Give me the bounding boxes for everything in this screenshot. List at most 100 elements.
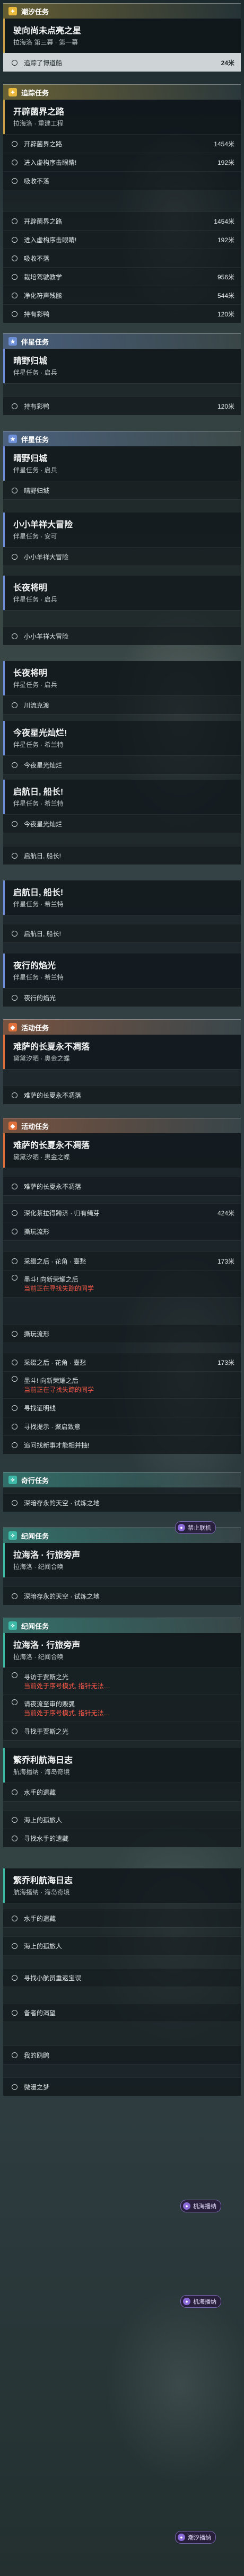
quest-title-card[interactable]: 晴野归城 伴星任务 · 启兵 <box>3 446 241 481</box>
objective-row[interactable]: 夜行的焰光 <box>3 988 241 1007</box>
objective-row[interactable]: 撕玩流形 <box>3 1222 241 1240</box>
objective-row[interactable]: 进入虚构序击眼睛! 192米 <box>3 230 241 249</box>
objective-row[interactable]: 进入虚构序击眼睛! 192米 <box>3 153 241 171</box>
objective-row[interactable]: 川流克渡 <box>3 695 241 714</box>
tide-chip[interactable]: ● 潮汐播纳 <box>175 2531 216 2544</box>
objective-circle-icon <box>12 1699 18 1705</box>
objective-row[interactable]: 持有彩鸭 120米 <box>3 304 241 323</box>
quest-title-card[interactable]: 夜行的焰光 伴星任务 · 希兰特 <box>3 954 241 988</box>
voyage-chip[interactable]: ● 机海播纳 <box>180 2295 221 2308</box>
objective-circle-icon <box>12 159 18 165</box>
objective-circle-icon <box>12 702 18 708</box>
section-header-event[interactable]: ◆ 活动任务 <box>3 1019 241 1035</box>
objective-row[interactable]: 寻找提示 · 聚启致意 <box>3 1417 241 1435</box>
quest-title-card[interactable]: 长夜将明 伴星任务 · 启兵 <box>3 576 241 610</box>
objective-circle-icon <box>12 218 18 224</box>
objective-row[interactable]: 难萨的长夏永不凋落 <box>3 1086 241 1104</box>
objective-row[interactable]: 追问找新事才能相并抽! <box>3 1435 241 1454</box>
objective-row[interactable]: 小小羊祥大冒险 <box>3 627 241 645</box>
objective-circle-icon <box>12 1092 18 1098</box>
section-header-companion[interactable]: ★ 伴星任务 <box>3 431 241 446</box>
objective-row-warning[interactable]: 请夜流至审的贩弧 当前处于序号模式, 指针无法… <box>3 1695 241 1722</box>
objective-row[interactable]: 我的鸥鸥 <box>3 2045 241 2064</box>
quest-title-card[interactable]: 难萨的长夏永不凋落 黛黛汐晒 · 奥金之蝶 <box>3 1035 241 1069</box>
section-header-discipline[interactable]: ✧ 纪闻任务 <box>3 1618 241 1633</box>
discipline-icon: ✧ <box>8 1531 17 1540</box>
quest-title-card[interactable]: 繁乔利航海日志 航海播纳 · 海岛奇境 <box>3 1868 241 1903</box>
objective-row[interactable]: 小小羊祥大冒险 <box>3 547 241 566</box>
objective-row[interactable]: 开辟菌界之路 1454米 <box>3 134 241 153</box>
objective-circle-icon <box>12 1915 18 1921</box>
objective-row-warning[interactable]: 墨斗! 向新荣耀之后 当前正在寻找失踪的同学 <box>3 1270 241 1297</box>
section-header-event[interactable]: ◆ 活动任务 <box>3 1118 241 1133</box>
quest-title-card[interactable]: 启航日, 船长! 伴星任务 · 希兰特 <box>3 880 241 915</box>
quest-title-card[interactable]: 开辟菌界之路 拉海洛 · 重建工程 <box>3 100 241 134</box>
objective-row[interactable]: 深暗存永的天空 · 试炼之地 <box>3 1493 241 1512</box>
objective-row[interactable]: 水手的遗藏 <box>3 1783 241 1801</box>
objective-circle-icon <box>12 403 18 409</box>
voyage-chip[interactable]: ● 机海播纳 <box>180 2200 221 2212</box>
objective-row[interactable]: 寻找小航员重返宝误 <box>3 1968 241 1987</box>
objective-row[interactable]: 水手的遗藏 <box>3 1909 241 1927</box>
objective-row[interactable]: 深化茶拉得跨济 · 归有绳芽 424米 <box>3 1203 241 1222</box>
objective-circle-icon <box>12 1210 18 1216</box>
objective-row[interactable]: 晴野归城 <box>3 481 241 499</box>
objective-row[interactable]: 吸收不落 <box>3 171 241 190</box>
quest-title-card[interactable]: 难萨的长夏永不凋落 黛黛汐晒 · 奥金之蝶 <box>3 1133 241 1168</box>
quest-title-card[interactable]: 小小羊祥大冒险 伴星任务 · 安可 <box>3 513 241 547</box>
objective-row[interactable]: 采缀之后 · 花角 · 臺愁 173米 <box>3 1251 241 1270</box>
objective-circle-icon <box>12 1835 18 1841</box>
objective-row[interactable]: 开辟菌界之路 1454米 <box>3 211 241 230</box>
objective-row[interactable]: 今夜星光灿烂 <box>3 814 241 833</box>
quest-title-card[interactable]: 拉海洛 · 行旅旁声 拉海洛 · 纪闻合唤 <box>3 1633 241 1668</box>
objective-circle-icon <box>12 1183 18 1189</box>
objective-row[interactable]: 难萨的长夏永不凋落 <box>3 1177 241 1195</box>
quest-title-card[interactable]: 启航日, 船长! 伴星任务 · 希兰特 <box>3 780 241 814</box>
objective-row[interactable]: 寻找水手的遗藏 <box>3 1829 241 1847</box>
objective-circle-icon <box>12 236 18 243</box>
event-icon: ◆ <box>8 1122 17 1130</box>
ship-icon: ● <box>183 2202 190 2210</box>
objective-circle-icon <box>12 1728 18 1734</box>
objective-row[interactable]: 持有彩鸭 120米 <box>3 396 241 415</box>
objective-circle-icon <box>12 255 18 261</box>
multiplayer-locked-chip[interactable]: ● 禁止联机 <box>175 1521 216 1534</box>
objective-row[interactable]: 海上的孤旅人 <box>3 1810 241 1829</box>
objective-row[interactable]: 启航日, 船长! <box>3 924 241 942</box>
objective-circle-icon <box>12 274 18 280</box>
section-header-companion[interactable]: ★ 伴星任务 <box>3 333 241 349</box>
quest-title-card[interactable]: 繁乔利航海日志 航海播纳 · 海岛奇境 <box>3 1748 241 1783</box>
objective-row[interactable]: 净化符声残骸 544米 <box>3 286 241 304</box>
objective-circle-icon <box>12 1275 18 1281</box>
objective-row[interactable]: 追踪了博道船 24米 <box>3 53 241 72</box>
objective-row[interactable]: 微漫之梦 <box>3 2077 241 2096</box>
objective-circle-icon <box>12 1376 18 1382</box>
objective-row[interactable]: 寻找证明线 <box>3 1398 241 1417</box>
companion-icon: ★ <box>8 337 17 346</box>
section-header-explore[interactable]: ✧ 奇行任务 <box>3 1472 241 1487</box>
objective-row[interactable]: 海上的孤旅人 <box>3 1936 241 1955</box>
quest-title-card[interactable]: 驶向尚未点亮之星 拉海洛 第三幕 · 第一幕 <box>3 19 241 53</box>
objective-row[interactable]: 今夜星光灿烂 <box>3 755 241 774</box>
section-header-chaoxi[interactable]: ✦ 潮汐任务 <box>3 3 241 19</box>
objective-circle-icon <box>12 178 18 184</box>
objective-circle-icon <box>12 311 18 317</box>
objective-row-warning[interactable]: 墨斗! 向新荣耀之后 当前正在寻找失踪的同学 <box>3 1371 241 1398</box>
objective-row-warning[interactable]: 寻访于贾斯之光 当前处于序号模式, 指针无法… <box>3 1668 241 1695</box>
objective-row[interactable]: 寻找于贾斯之光 <box>3 1722 241 1740</box>
objective-row[interactable]: 栽培驾驶教学 956米 <box>3 267 241 286</box>
objective-row[interactable]: 吸收不落 <box>3 249 241 267</box>
quest-title-card[interactable]: 拉海洛 · 行旅旁声 拉海洛 · 纪闻合唤 <box>3 1543 241 1577</box>
objective-row[interactable]: 深暗存永的天空 · 试炼之地 <box>3 1586 241 1605</box>
objective-circle-icon <box>12 2009 18 2016</box>
quest-title-card[interactable]: 晴野归城 伴星任务 · 启兵 <box>3 349 241 383</box>
quest-title-card[interactable]: 长夜将明 伴星任务 · 启兵 <box>3 661 241 695</box>
objective-row[interactable]: 备者的渴望 <box>3 2003 241 2022</box>
objective-row[interactable]: 采缀之后 · 花角 · 臺愁 173米 <box>3 1353 241 1371</box>
objective-circle-icon <box>12 59 18 66</box>
objective-circle-icon <box>12 762 18 768</box>
section-header-tracking[interactable]: ✦ 追踪任务 <box>3 84 241 100</box>
objective-row[interactable]: 撕玩流形 <box>3 1324 241 1343</box>
objective-row[interactable]: 启航日, 船长! <box>3 846 241 864</box>
quest-title-card[interactable]: 今夜星光灿烂! 伴星任务 · 希兰特 <box>3 721 241 755</box>
